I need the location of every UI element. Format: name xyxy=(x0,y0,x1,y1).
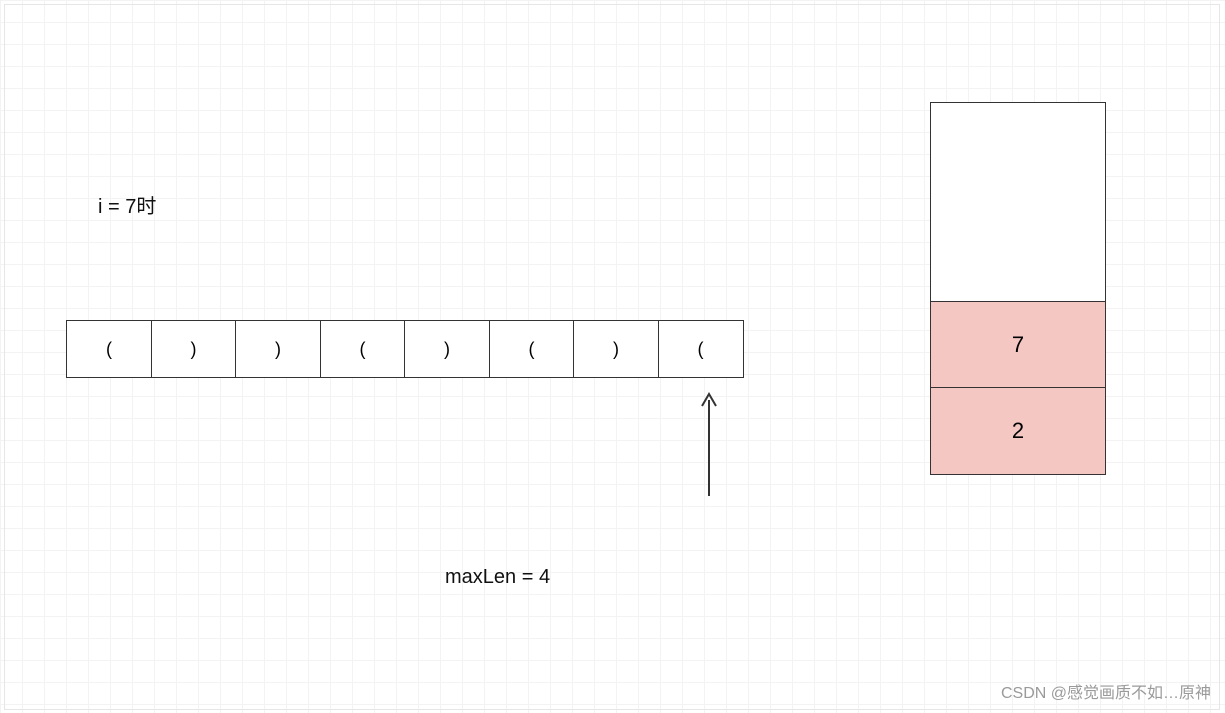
array-row: ( ) ) ( ) ( ) ( xyxy=(66,320,744,378)
array-cell: ) xyxy=(151,320,237,378)
array-cell: ( xyxy=(489,320,575,378)
array-cell: ( xyxy=(320,320,406,378)
arrow-up-icon xyxy=(700,390,718,500)
pointer-arrow xyxy=(708,390,710,496)
array-cell: ( xyxy=(66,320,152,378)
stack-box: 7 2 xyxy=(930,102,1106,475)
array-cell: ) xyxy=(404,320,490,378)
stack-cell-empty xyxy=(930,102,1106,302)
label-max-len: maxLen = 4 xyxy=(445,566,550,589)
array-cell: ( xyxy=(658,320,744,378)
array-cell: ) xyxy=(235,320,321,378)
diagram-canvas: i = 7时 ( ) ) ( ) ( ) ( maxLen = 4 7 2 xyxy=(0,0,1225,713)
stack-cell: 7 xyxy=(930,301,1106,389)
label-i-state: i = 7时 xyxy=(98,190,156,219)
array-cell: ) xyxy=(573,320,659,378)
watermark-text: CSDN @感觉画质不如…原神 xyxy=(1001,679,1211,703)
stack-cell: 2 xyxy=(930,387,1106,475)
